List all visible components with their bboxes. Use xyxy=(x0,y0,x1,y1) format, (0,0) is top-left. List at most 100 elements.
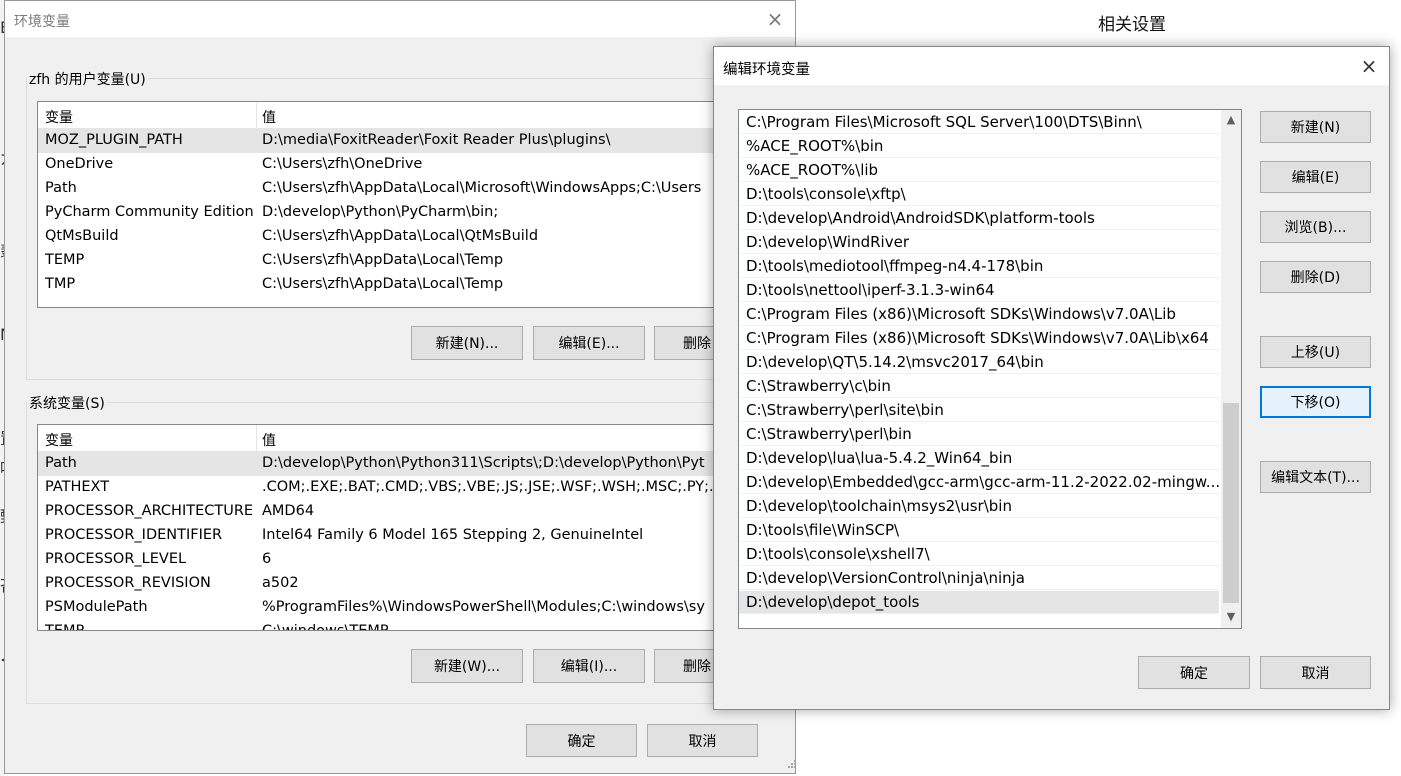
cancel-button[interactable]: 取消 xyxy=(647,724,758,757)
column-header-value[interactable]: 值 xyxy=(262,107,276,127)
ok-button[interactable]: 确定 xyxy=(1138,656,1250,689)
variable-name: QtMsBuild xyxy=(45,228,119,244)
path-text: D:\develop\Embedded\gcc-arm\gcc-arm-11.2… xyxy=(746,473,1219,491)
path-text: C:\Program Files (x86)\Microsoft SDKs\Wi… xyxy=(746,305,1176,323)
variable-name: PROCESSOR_REVISION xyxy=(45,575,211,591)
variable-value: AMD64 xyxy=(262,503,315,519)
table-row[interactable]: Path D:\develop\Python\Python311\Scripts\… xyxy=(38,452,756,476)
table-row[interactable]: OneDrive C:\Users\zfh\OneDrive xyxy=(38,153,756,177)
list-item[interactable]: C:\Program Files (x86)\Microsoft SDKs\Wi… xyxy=(739,327,1219,350)
list-item[interactable]: D:\tools\console\xshell7\ xyxy=(739,543,1219,566)
variable-name: Path xyxy=(45,180,77,196)
browse-button[interactable]: 浏览(B)... xyxy=(1260,211,1371,243)
table-row[interactable]: TMP C:\Users\zfh\AppData\Local\Temp xyxy=(38,273,756,297)
list-item[interactable]: D:\develop\QT\5.14.2\msvc2017_64\bin xyxy=(739,351,1219,374)
list-item[interactable]: D:\develop\lua\lua-5.4.2_Win64_bin xyxy=(739,447,1219,470)
column-header-value[interactable]: 值 xyxy=(262,430,276,450)
table-row[interactable]: PSModulePath %ProgramFiles%\WindowsPowerS… xyxy=(38,596,756,620)
table-row[interactable]: PATHEXT .COM;.EXE;.BAT;.CMD;.VBS;.VBE;.JS… xyxy=(38,476,756,500)
variable-value: C:\Users\zfh\AppData\Local\Temp xyxy=(262,276,504,292)
scroll-up-icon[interactable]: ▲ xyxy=(1221,113,1241,126)
list-item[interactable]: D:\develop\depot_tools xyxy=(739,591,1219,614)
variable-name: TEMP xyxy=(45,252,85,268)
path-list[interactable]: D:\develop\depot_tools D:\develop\Version… xyxy=(738,109,1242,629)
resize-grip-icon[interactable] xyxy=(783,757,797,771)
variable-value: C:\Users\zfh\AppData\Local\QtMsBuild xyxy=(262,228,539,244)
list-item[interactable]: D:\develop\WindRiver xyxy=(739,231,1219,254)
ok-button[interactable]: 确定 xyxy=(526,724,637,757)
list-item[interactable]: D:\tools\file\WinSCP\ xyxy=(739,519,1219,542)
variable-value: .COM;.EXE;.BAT;.CMD;.VBS;.VBE;.JS;.JSE;.… xyxy=(262,479,731,495)
delete-button[interactable]: 删除(D) xyxy=(1260,261,1371,293)
column-header-variable[interactable]: 变量 xyxy=(45,107,73,127)
table-row[interactable]: Path C:\Users\zfh\AppData\Local\Microsoft… xyxy=(38,177,756,201)
user-variables-list[interactable]: 变量 值 MOZ_PLUGIN_PATH D:\media\FoxitReader… xyxy=(37,101,757,308)
path-text: D:\tools\console\xshell7\ xyxy=(746,545,930,563)
new-button[interactable]: 新建(N) xyxy=(1260,111,1371,143)
variable-value: C:\Users\zfh\AppData\Local\Temp xyxy=(262,252,504,268)
list-item[interactable]: D:\develop\VersionControl\ninja\ninja xyxy=(739,567,1219,590)
path-text: D:\develop\toolchain\msys2\usr\bin xyxy=(746,497,1012,515)
table-row[interactable]: PROCESSOR_IDENTIFIER Intel64 Family 6 Mod… xyxy=(38,524,756,548)
scrollbar-thumb[interactable] xyxy=(1223,403,1239,603)
list-item[interactable]: D:\tools\mediotool\ffmpeg-n4.4-178\bin xyxy=(739,255,1219,278)
list-item[interactable]: D:\tools\console\xftp\ xyxy=(739,183,1219,206)
table-row[interactable]: PROCESSOR_ARCHITECTURE AMD64 xyxy=(38,500,756,524)
column-separator[interactable] xyxy=(256,102,257,128)
close-icon[interactable]: × xyxy=(1357,56,1381,76)
user-edit-button[interactable]: 编辑(E)... xyxy=(533,326,645,360)
table-row[interactable]: TEMP C:\windows\TEMP xyxy=(38,620,756,630)
path-text: D:\tools\nettool\iperf-3.1.3-win64 xyxy=(746,281,995,299)
column-separator[interactable] xyxy=(256,425,257,451)
list-header: 变量 值 xyxy=(38,102,756,129)
variable-name: OneDrive xyxy=(45,156,114,172)
list-item[interactable]: C:\Program Files (x86)\Microsoft SDKs\Wi… xyxy=(739,303,1219,326)
table-row[interactable]: QtMsBuild C:\Users\zfh\AppData\Local\QtMs… xyxy=(38,225,756,249)
system-variables-list[interactable]: 变量 值 Path D:\develop\Python\Python311\Scr… xyxy=(37,424,757,631)
list-item[interactable]: D:\develop\Embedded\gcc-arm\gcc-arm-11.2… xyxy=(739,471,1219,494)
variable-name: PROCESSOR_ARCHITECTURE xyxy=(45,503,254,519)
column-header-variable[interactable]: 变量 xyxy=(45,430,73,450)
system-new-button[interactable]: 新建(W)... xyxy=(411,649,523,683)
path-text: D:\develop\VersionControl\ninja\ninja xyxy=(746,569,1026,587)
environment-variables-dialog: 环境变量 × zfh 的用户变量(U) 变量 值 MOZ_PLUGIN_PATH… xyxy=(4,0,796,774)
system-edit-button[interactable]: 编辑(I)... xyxy=(533,649,645,683)
list-item[interactable]: D:\develop\toolchain\msys2\usr\bin xyxy=(739,495,1219,518)
table-row[interactable]: PROCESSOR_REVISION a502 xyxy=(38,572,756,596)
variable-value: 6 xyxy=(262,551,272,567)
list-item[interactable]: %ACE_ROOT%\bin xyxy=(739,135,1219,158)
user-new-button[interactable]: 新建(N)... xyxy=(411,326,523,360)
table-row[interactable]: MOZ_PLUGIN_PATH D:\media\FoxitReader\Foxi… xyxy=(38,129,756,153)
path-text: D:\develop\Android\AndroidSDK\platform-t… xyxy=(746,209,1095,227)
cancel-button[interactable]: 取消 xyxy=(1260,656,1371,689)
path-text: C:\Strawberry\perl\site\bin xyxy=(746,401,944,419)
path-text: D:\tools\file\WinSCP\ xyxy=(746,521,900,539)
list-item[interactable]: C:\Strawberry\c\bin xyxy=(739,375,1219,398)
variable-value: D:\develop\Python\PyCharm\bin; xyxy=(262,204,499,220)
variable-value: C:\Users\zfh\OneDrive xyxy=(262,156,423,172)
table-row[interactable]: PyCharm Community Edition D:\develop\Pyth… xyxy=(38,201,756,225)
close-icon[interactable]: × xyxy=(763,9,787,29)
edit-button[interactable]: 编辑(E) xyxy=(1260,161,1371,193)
path-text: %ACE_ROOT%\bin xyxy=(746,137,884,155)
list-item[interactable]: C:\Strawberry\perl\bin xyxy=(739,423,1219,446)
variable-name: PROCESSOR_LEVEL xyxy=(45,551,187,567)
path-text: D:\develop\lua\lua-5.4.2_Win64_bin xyxy=(746,449,1013,467)
path-text: C:\Strawberry\c\bin xyxy=(746,377,891,395)
table-row[interactable]: PROCESSOR_LEVEL 6 xyxy=(38,548,756,572)
path-text: D:\tools\console\xftp\ xyxy=(746,185,906,203)
list-item[interactable]: C:\Strawberry\perl\site\bin xyxy=(739,399,1219,422)
list-header: 变量 值 xyxy=(38,425,756,452)
scroll-down-icon[interactable]: ▼ xyxy=(1221,610,1241,623)
list-item[interactable]: %ACE_ROOT%\lib xyxy=(739,159,1219,182)
edit-text-button[interactable]: 编辑文本(T)... xyxy=(1260,461,1371,493)
variable-name: PyCharm Community Edition xyxy=(45,204,254,220)
list-item[interactable]: C:\Program Files\Microsoft SQL Server\10… xyxy=(739,111,1219,134)
table-row[interactable]: TEMP C:\Users\zfh\AppData\Local\Temp xyxy=(38,249,756,273)
dialog-titlebar: 编辑环境变量 × xyxy=(714,47,1389,85)
move-up-button[interactable]: 上移(U) xyxy=(1260,336,1371,368)
path-text: D:\develop\WindRiver xyxy=(746,233,909,251)
move-down-button[interactable]: 下移(O) xyxy=(1260,386,1371,418)
list-item[interactable]: D:\tools\nettool\iperf-3.1.3-win64 xyxy=(739,279,1219,302)
list-item[interactable]: D:\develop\Android\AndroidSDK\platform-t… xyxy=(739,207,1219,230)
